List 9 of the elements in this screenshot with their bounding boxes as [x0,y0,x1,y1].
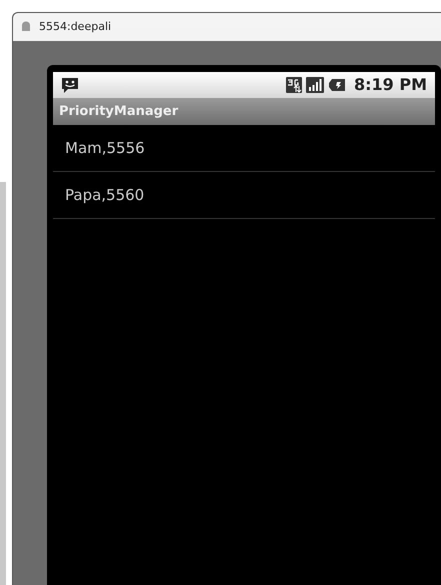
network-icon [286,77,302,93]
battery-icon [328,78,346,92]
status-time: 8:19 PM [354,74,427,96]
list-item[interactable]: Papa,5560 [65,184,144,206]
app-title: PriorityManager [59,102,178,121]
signal-icon [306,77,324,93]
chat-smiley-icon [61,76,79,94]
list-item[interactable]: Mam,5556 [65,136,145,160]
window-title: 5554:deepali [39,18,112,35]
